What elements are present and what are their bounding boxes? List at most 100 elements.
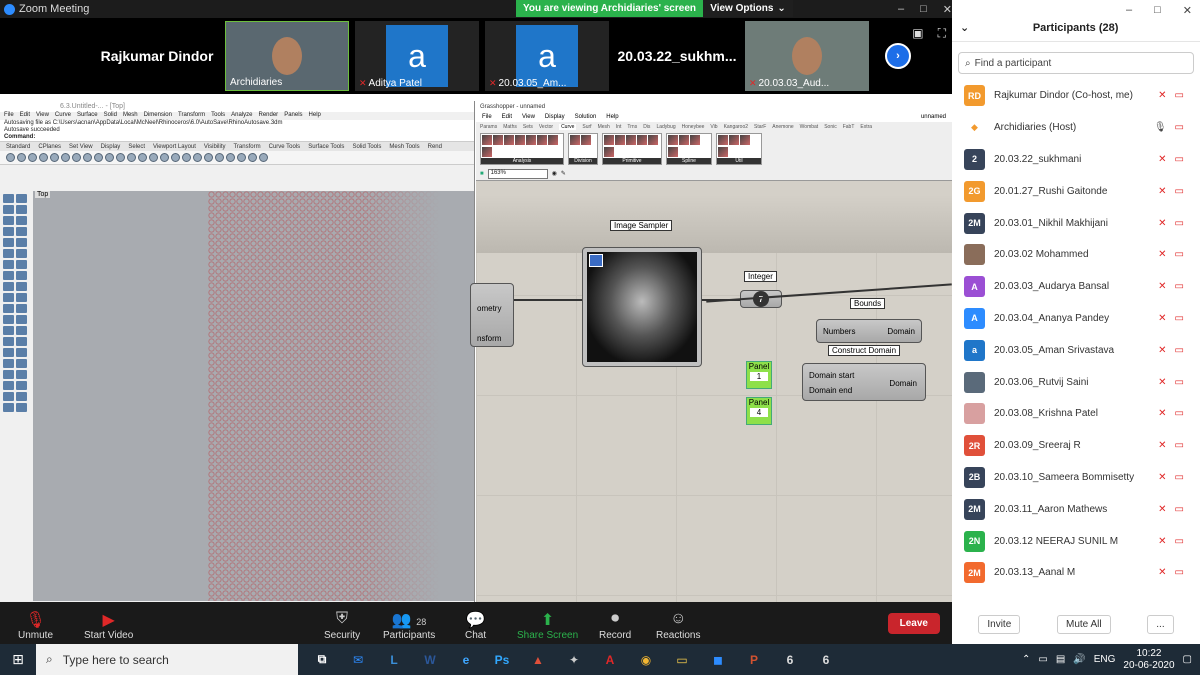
gh-tab[interactable]: Ladybug — [656, 124, 675, 130]
security-button[interactable]: ⛨ Security — [324, 610, 360, 641]
gh-tab[interactable]: Anemone — [772, 124, 793, 130]
battery-icon[interactable]: ▭ — [1038, 654, 1047, 665]
save-icon[interactable]: ■ — [480, 171, 484, 177]
tool-icon[interactable] — [16, 348, 27, 357]
component-icon[interactable] — [482, 135, 492, 145]
tool-icon[interactable] — [3, 326, 14, 335]
participant-row[interactable]: 20.03.06_Rutvij Saini ✕ ▭ — [964, 366, 1200, 398]
component-icon[interactable] — [668, 146, 678, 157]
tool-icon[interactable] — [94, 153, 103, 162]
tool-icon[interactable] — [116, 153, 125, 162]
component-icon[interactable] — [482, 146, 492, 157]
component-icon[interactable] — [570, 135, 580, 145]
tool-icon[interactable] — [248, 153, 257, 162]
component-icon[interactable] — [604, 146, 614, 157]
menu-item[interactable]: View — [36, 112, 49, 120]
panel-component[interactable]: Panel 4 — [746, 397, 772, 425]
powerpoint-icon[interactable]: P — [736, 644, 772, 675]
component-icon[interactable] — [537, 135, 547, 145]
tool-icon[interactable] — [72, 153, 81, 162]
component-icon[interactable] — [548, 135, 558, 145]
tool-icon[interactable] — [215, 153, 224, 162]
menu-item[interactable]: Dimension — [144, 112, 172, 120]
tool-icon[interactable] — [16, 260, 27, 269]
tool-icon[interactable] — [16, 326, 27, 335]
fullscreen-icon[interactable]: ⛶ — [938, 26, 946, 41]
menu-item[interactable]: Render — [259, 112, 279, 120]
menu-item[interactable]: Edit — [502, 114, 512, 120]
gh-tab[interactable]: Maths — [503, 124, 517, 130]
tool-icon[interactable] — [16, 293, 27, 302]
participant-row[interactable]: 2G 20.01.27_Rushi Gaitonde ✕ ▭ — [964, 175, 1200, 207]
gh-tab[interactable]: Wombat — [800, 124, 819, 130]
tool-icon[interactable] — [3, 194, 14, 203]
clock[interactable]: 10:22 20-06-2020 — [1123, 648, 1174, 672]
share-screen-button[interactable]: ⬆ Share Screen — [517, 610, 578, 641]
rhino-viewport-top[interactable]: Top — [33, 191, 474, 601]
participant-tile[interactable]: Rajkumar Dindor — [95, 21, 219, 91]
tool-icon[interactable] — [160, 153, 169, 162]
tool-icon[interactable] — [3, 238, 14, 247]
tool-icon[interactable] — [16, 194, 27, 203]
acrobat-icon[interactable]: A — [592, 644, 628, 675]
menu-item[interactable]: File — [4, 112, 14, 120]
participant-tile-active[interactable]: Archidiaries — [225, 21, 349, 91]
grasshopper-canvas[interactable]: ometry nsform Image Sampler Integer 7 Bo… — [470, 195, 952, 602]
component-icon[interactable] — [718, 135, 728, 145]
tool-icon[interactable] — [50, 153, 59, 162]
participant-row[interactable]: A 20.03.04_Ananya Pandey ✕ ▭ — [964, 303, 1200, 335]
tool-icon[interactable] — [226, 153, 235, 162]
component-icon[interactable] — [690, 135, 700, 145]
gh-tab[interactable]: Honeybee — [682, 124, 705, 130]
construct-domain-component[interactable]: Domain start Domain end Domain — [802, 363, 926, 401]
minimize-button[interactable]: – — [898, 3, 904, 15]
participant-row[interactable]: 2 20.03.22_sukhmani ✕ ▭ — [964, 144, 1200, 176]
tool-icon[interactable] — [16, 337, 27, 346]
explorer-icon[interactable]: ▭ — [664, 644, 700, 675]
tool-icon[interactable] — [16, 205, 27, 214]
chevron-up-icon[interactable]: ⌃ — [1022, 654, 1030, 665]
tool-icon[interactable] — [3, 304, 14, 313]
chat-button[interactable]: 💬 Chat — [465, 610, 486, 641]
tool-icon[interactable] — [182, 153, 191, 162]
tool-icon[interactable] — [127, 153, 136, 162]
gh-tab[interactable]: Vib — [710, 124, 717, 130]
tool-icon[interactable] — [3, 249, 14, 258]
tool-icon[interactable] — [3, 205, 14, 214]
tool-icon[interactable] — [16, 304, 27, 313]
participant-row[interactable]: 2M 20.03.13_Aanal M ✕ ▭ — [964, 557, 1200, 589]
tool-icon[interactable] — [61, 153, 70, 162]
zoom-icon[interactable]: ◼ — [700, 644, 736, 675]
photoshop-icon[interactable]: Ps — [484, 644, 520, 675]
tool-icon[interactable] — [16, 227, 27, 236]
unmute-button[interactable]: 🎙 Unmute — [18, 610, 53, 641]
task-view-icon[interactable]: ⧉ — [304, 644, 340, 675]
view-options-button[interactable]: View Options ⌄ — [703, 0, 793, 17]
toolbar-tab[interactable]: CPlanes — [38, 144, 61, 150]
tool-icon[interactable] — [28, 153, 37, 162]
gh-tab[interactable]: Sonic — [824, 124, 837, 130]
volume-icon[interactable]: 🔊 — [1073, 654, 1085, 665]
participant-row[interactable]: 2M 20.03.11_Aaron Mathews ✕ ▭ — [964, 493, 1200, 525]
tool-icon[interactable] — [3, 337, 14, 346]
menu-item[interactable]: Mesh — [123, 112, 138, 120]
tool-icon[interactable] — [16, 359, 27, 368]
tool-icon[interactable] — [3, 315, 14, 324]
gh-tab[interactable]: Sets — [523, 124, 533, 130]
tool-icon[interactable] — [16, 403, 27, 412]
component-icon[interactable] — [615, 135, 625, 145]
participant-row[interactable]: 20.03.02 Mohammed ✕ ▭ — [964, 239, 1200, 271]
menu-item[interactable]: Solution — [575, 114, 597, 120]
taskbar-search[interactable]: ⌕ Type here to search — [36, 644, 298, 675]
tool-icon[interactable] — [16, 392, 27, 401]
sketch-icon[interactable]: ✎ — [561, 170, 566, 177]
menu-item[interactable]: Help — [309, 112, 321, 120]
tool-icon[interactable] — [193, 153, 202, 162]
start-video-button[interactable]: ▶ Start Video — [84, 610, 133, 641]
toolbar-tab[interactable]: Transform — [233, 144, 260, 150]
participant-row[interactable]: RD Rajkumar Dindor (Co-host, me) ✕ ▭ — [964, 80, 1200, 112]
tool-icon[interactable] — [17, 153, 26, 162]
gh-tab[interactable]: StarF — [754, 124, 766, 130]
gh-tab[interactable]: Int — [616, 124, 622, 130]
component-icon[interactable] — [740, 135, 750, 145]
